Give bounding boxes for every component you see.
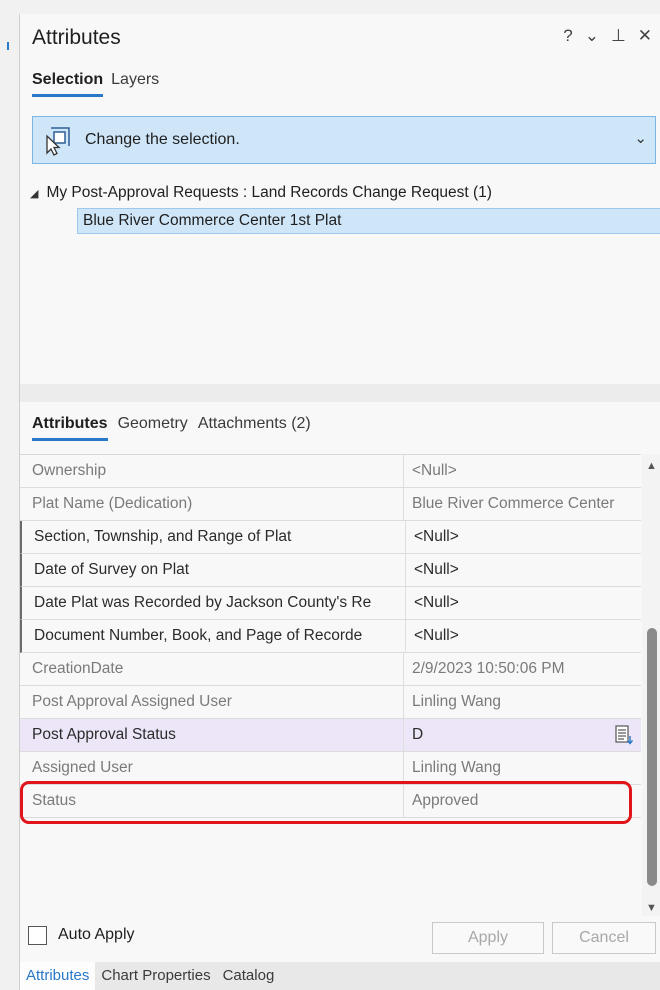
tab-geometry[interactable]: Geometry — [118, 415, 188, 441]
attribute-row-plat-name[interactable]: Plat Name (Dedication) Blue River Commer… — [20, 488, 641, 521]
column-divider — [405, 554, 406, 586]
field-value[interactable]: <Null> — [414, 587, 641, 619]
column-divider — [403, 752, 404, 784]
scrollbar-thumb[interactable] — [647, 628, 657, 886]
close-icon[interactable]: ✕ — [638, 26, 652, 46]
field-name: Post Approval Assigned User — [32, 693, 232, 710]
pane-controls: ? ⌄ ⊥ ✕ — [563, 26, 652, 46]
tree-group-label: My Post-Approval Requests : Land Records… — [46, 184, 492, 201]
tree-item-selected-feature[interactable]: Blue River Commerce Center 1st Plat — [77, 208, 660, 234]
tab-selection[interactable]: Selection — [32, 71, 104, 97]
field-value: Blue River Commerce Center — [412, 495, 615, 512]
column-divider — [403, 686, 404, 718]
editor-footer: Auto Apply Apply Cancel — [20, 916, 660, 960]
attribute-row-ownership[interactable]: Ownership <Null> — [20, 455, 641, 488]
auto-apply-label[interactable]: Auto Apply — [58, 926, 135, 944]
scroll-up-arrow-icon[interactable]: ▲ — [642, 460, 660, 472]
tab-attributes[interactable]: Attributes — [32, 415, 108, 441]
field-name: Status — [32, 792, 76, 809]
dock-tab-catalog[interactable]: Catalog — [217, 962, 281, 990]
attribute-row-date-of-survey[interactable]: Date of Survey on Plat <Null> — [20, 554, 641, 587]
column-divider — [403, 455, 404, 487]
top-tab-strip: Selection Layers — [32, 71, 159, 97]
scroll-down-arrow-icon[interactable]: ▼ — [642, 902, 660, 914]
field-name: Post Approval Status — [32, 726, 176, 743]
attribute-row-assigned-user[interactable]: Assigned User Linling Wang — [20, 752, 641, 785]
field-value: <Null> — [412, 462, 457, 479]
pin-icon[interactable]: ⊥ — [611, 26, 626, 46]
tree-group-node[interactable]: ◢ My Post-Approval Requests : Land Recor… — [30, 184, 492, 202]
field-name: Assigned User — [32, 759, 133, 776]
field-name: CreationDate — [32, 660, 124, 677]
field-value: Linling Wang — [412, 759, 502, 776]
field-name: Section, Township, and Range of Plat — [34, 528, 292, 545]
field-value[interactable]: <Null> — [414, 554, 641, 586]
field-name: Document Number, Book, and Page of Recor… — [34, 627, 363, 644]
dock-tab-attributes[interactable]: Attributes — [20, 962, 96, 990]
pane-title: Attributes — [32, 26, 121, 49]
column-divider — [403, 653, 404, 685]
column-divider — [403, 785, 404, 817]
help-icon[interactable]: ? — [563, 26, 572, 46]
tab-layers[interactable]: Layers — [111, 71, 159, 97]
attribute-row-status[interactable]: Status Approved — [20, 785, 641, 818]
column-divider — [403, 488, 404, 520]
column-divider — [405, 620, 406, 652]
chevron-down-icon: ⌄ — [634, 130, 647, 147]
field-name: Plat Name (Dedication) — [32, 495, 193, 512]
column-divider — [405, 587, 406, 619]
dock-tab-chart-properties[interactable]: Chart Properties — [95, 962, 216, 990]
options-chevron-icon[interactable]: ⌄ — [585, 26, 599, 46]
select-features-icon — [46, 127, 70, 156]
column-divider — [405, 521, 406, 553]
field-value: Linling Wang — [412, 693, 502, 710]
field-value[interactable]: D — [412, 719, 640, 751]
attribute-grid: Ownership <Null> Plat Name (Dedication) … — [20, 454, 641, 917]
bottom-dock-tabs: Attributes Chart Properties Catalog — [20, 962, 660, 990]
attribute-row-post-approval-status[interactable]: Post Approval Status D — [20, 719, 641, 752]
change-selection-dropdown[interactable]: Change the selection. ⌄ — [32, 116, 656, 164]
tab-attachments[interactable]: Attachments (2) — [198, 415, 311, 441]
vertical-scrollbar[interactable]: ▲ ▼ — [642, 454, 660, 916]
field-value: Approved — [412, 792, 479, 809]
pane-splitter[interactable] — [20, 384, 660, 402]
column-divider — [403, 719, 404, 751]
apply-button[interactable]: Apply — [432, 922, 544, 954]
selection-prompt: Change the selection. — [85, 131, 240, 148]
attributes-pane: Attributes ? ⌄ ⊥ ✕ Selection Layers Chan… — [19, 14, 660, 990]
detail-tab-strip: Attributes Geometry Attachments (2) — [32, 415, 311, 441]
cancel-button[interactable]: Cancel — [552, 922, 656, 954]
field-value[interactable]: <Null> — [414, 620, 641, 652]
selection-tree: ◢ My Post-Approval Requests : Land Recor… — [30, 184, 660, 234]
field-value[interactable]: <Null> — [414, 521, 641, 553]
attribute-row-section-township-range[interactable]: Section, Township, and Range of Plat <Nu… — [20, 521, 641, 554]
panel-edge-marker — [7, 42, 9, 50]
attribute-row-document-number[interactable]: Document Number, Book, and Page of Recor… — [20, 620, 641, 653]
collapse-triangle-icon[interactable]: ◢ — [30, 187, 38, 200]
coded-value-picker-icon[interactable] — [615, 725, 633, 745]
field-name: Date Plat was Recorded by Jackson County… — [34, 594, 372, 611]
field-value: 2/9/2023 10:50:06 PM — [412, 660, 565, 677]
field-name: Date of Survey on Plat — [34, 561, 190, 578]
field-name: Ownership — [32, 462, 107, 479]
auto-apply-checkbox[interactable] — [28, 926, 47, 945]
attribute-row-creation-date[interactable]: CreationDate 2/9/2023 10:50:06 PM — [20, 653, 641, 686]
attribute-row-post-approval-assigned-user[interactable]: Post Approval Assigned User Linling Wang — [20, 686, 641, 719]
attribute-row-date-recorded[interactable]: Date Plat was Recorded by Jackson County… — [20, 587, 641, 620]
